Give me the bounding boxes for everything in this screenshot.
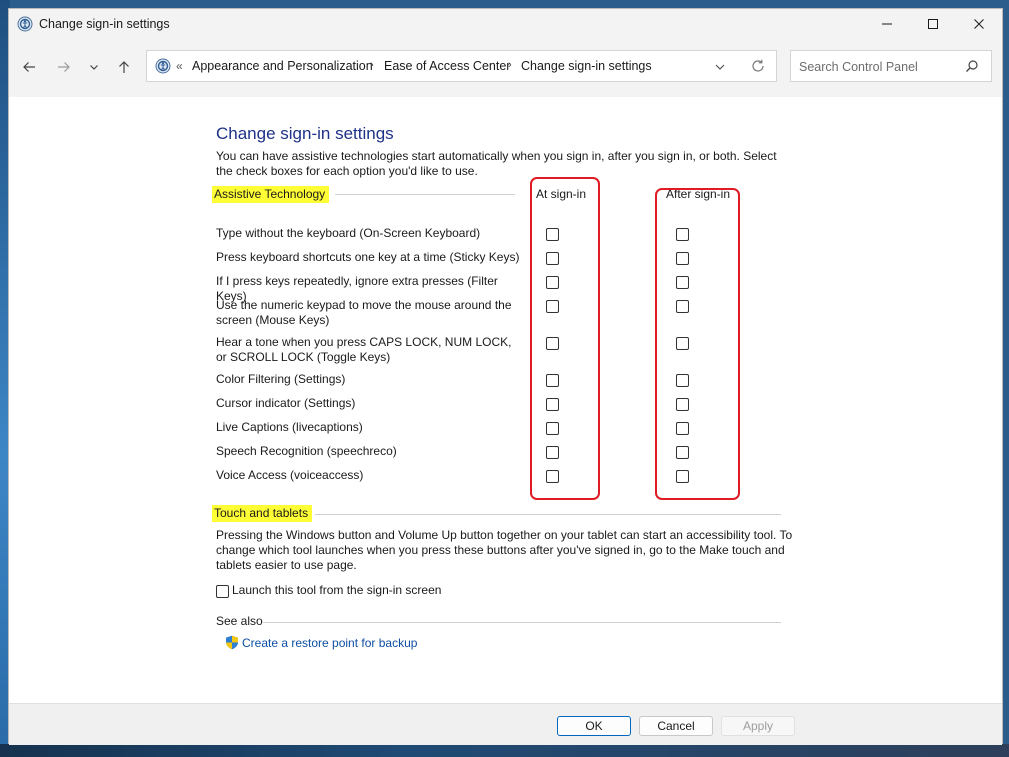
ok-button[interactable]: OK bbox=[557, 716, 631, 736]
live-captions-after-sign-in-checkbox[interactable] bbox=[676, 422, 689, 435]
color-filtering-after-sign-in-checkbox[interactable] bbox=[676, 374, 689, 387]
touch-and-tablets-heading: Touch and tablets bbox=[212, 505, 313, 522]
voice-access-at-sign-in-checkbox[interactable] bbox=[546, 470, 559, 483]
maximize-button[interactable] bbox=[910, 9, 956, 39]
intro-text: You can have assistive technologies star… bbox=[216, 149, 777, 178]
section-divider bbox=[263, 622, 781, 623]
live-captions-at-sign-in-checkbox[interactable] bbox=[546, 422, 559, 435]
forward-button[interactable] bbox=[52, 55, 76, 79]
filter-keys-at-sign-in-checkbox[interactable] bbox=[546, 276, 559, 289]
sticky-keys-at-sign-in-checkbox[interactable] bbox=[546, 252, 559, 265]
recent-locations-button[interactable] bbox=[82, 55, 106, 79]
minimize-button[interactable] bbox=[864, 9, 910, 39]
up-button[interactable] bbox=[112, 55, 136, 79]
minimize-icon bbox=[882, 23, 892, 25]
sticky-keys-label: Press keyboard shortcuts one key at a ti… bbox=[216, 250, 520, 264]
uac-shield-icon bbox=[226, 635, 238, 650]
mouse-keys-after-sign-in-checkbox[interactable] bbox=[676, 300, 689, 313]
control-panel-window: Change sign-in settings « Appearance and… bbox=[8, 8, 1003, 745]
assistive-technology-heading: Assistive Technology bbox=[212, 186, 330, 203]
search-input[interactable] bbox=[797, 57, 961, 77]
window-title: Change sign-in settings bbox=[39, 17, 170, 31]
breadcrumb-separator-icon[interactable]: › bbox=[508, 59, 512, 71]
breadcrumb-separator-icon[interactable]: › bbox=[370, 59, 374, 71]
see-also-heading: See also bbox=[216, 614, 263, 628]
desktop-wallpaper-bottom bbox=[0, 744, 1009, 757]
color-filtering-at-sign-in-checkbox[interactable] bbox=[546, 374, 559, 387]
dialog-footer: OK Cancel Apply bbox=[9, 703, 1002, 745]
back-button[interactable] bbox=[17, 55, 41, 79]
refresh-icon[interactable] bbox=[750, 58, 766, 74]
close-button[interactable] bbox=[956, 9, 1002, 39]
breadcrumb-current[interactable]: Change sign-in settings bbox=[521, 59, 652, 73]
breadcrumb-ease-of-access[interactable]: Ease of Access Center bbox=[384, 59, 510, 73]
arrow-up-icon bbox=[119, 61, 129, 73]
cursor-indicator-after-sign-in-checkbox[interactable] bbox=[676, 398, 689, 411]
search-box[interactable] bbox=[790, 50, 992, 82]
create-restore-point-link[interactable]: Create a restore point for backup bbox=[242, 636, 417, 650]
filter-keys-after-sign-in-checkbox[interactable] bbox=[676, 276, 689, 289]
mouse-keys-label: Use the numeric keypad to move the mouse… bbox=[216, 298, 512, 327]
on-screen-keyboard-after-sign-in-checkbox[interactable] bbox=[676, 228, 689, 241]
color-filtering-label: Color Filtering (Settings) bbox=[216, 372, 346, 386]
speech-recognition-at-sign-in-checkbox[interactable] bbox=[546, 446, 559, 459]
section-divider bbox=[335, 194, 515, 195]
toggle-keys-label: Hear a tone when you press CAPS LOCK, NU… bbox=[216, 335, 512, 364]
toggle-keys-at-sign-in-checkbox[interactable] bbox=[546, 337, 559, 350]
annotation-box-after-sign-in bbox=[655, 188, 740, 500]
title-bar: Change sign-in settings bbox=[9, 9, 1002, 41]
cursor-indicator-label: Cursor indicator (Settings) bbox=[216, 396, 356, 410]
ease-of-access-icon bbox=[155, 58, 171, 74]
on-screen-keyboard-at-sign-in-checkbox[interactable] bbox=[546, 228, 559, 241]
live-captions-label: Live Captions (livecaptions) bbox=[216, 420, 363, 434]
voice-access-after-sign-in-checkbox[interactable] bbox=[676, 470, 689, 483]
navigation-bar: « Appearance and Personalization › Ease … bbox=[9, 41, 1002, 97]
touch-and-tablets-heading-text: Touch and tablets bbox=[212, 505, 313, 522]
search-icon[interactable] bbox=[965, 59, 979, 73]
annotation-box-at-sign-in bbox=[530, 177, 600, 500]
speech-recognition-label: Speech Recognition (speechreco) bbox=[216, 444, 397, 458]
assistive-technology-heading-text: Assistive Technology bbox=[212, 186, 330, 203]
breadcrumb-overflow-icon[interactable]: « bbox=[176, 59, 183, 73]
page-title: Change sign-in settings bbox=[216, 124, 394, 143]
ease-of-access-icon bbox=[17, 16, 33, 32]
touch-description: Pressing the Windows button and Volume U… bbox=[216, 528, 793, 572]
cursor-indicator-at-sign-in-checkbox[interactable] bbox=[546, 398, 559, 411]
voice-access-label: Voice Access (voiceaccess) bbox=[216, 468, 364, 482]
speech-recognition-after-sign-in-checkbox[interactable] bbox=[676, 446, 689, 459]
chevron-down-icon[interactable] bbox=[712, 59, 728, 75]
mouse-keys-at-sign-in-checkbox[interactable] bbox=[546, 300, 559, 313]
breadcrumb-appearance[interactable]: Appearance and Personalization bbox=[192, 59, 373, 73]
address-bar[interactable]: « Appearance and Personalization › Ease … bbox=[146, 50, 777, 82]
apply-button[interactable]: Apply bbox=[721, 716, 795, 736]
launch-tool-checkbox[interactable] bbox=[216, 585, 229, 598]
arrow-left-icon bbox=[23, 62, 35, 72]
toggle-keys-after-sign-in-checkbox[interactable] bbox=[676, 337, 689, 350]
arrow-right-icon bbox=[58, 62, 70, 72]
cancel-button[interactable]: Cancel bbox=[639, 716, 713, 736]
main-content: Change sign-in settings You can have ass… bbox=[9, 97, 1002, 703]
chevron-down-icon bbox=[90, 65, 98, 70]
maximize-icon bbox=[928, 19, 938, 29]
on-screen-keyboard-label: Type without the keyboard (On-Screen Key… bbox=[216, 226, 481, 240]
close-icon bbox=[974, 19, 984, 29]
section-divider bbox=[315, 514, 781, 515]
sticky-keys-after-sign-in-checkbox[interactable] bbox=[676, 252, 689, 265]
launch-tool-label[interactable]: Launch this tool from the sign-in screen bbox=[232, 583, 441, 597]
